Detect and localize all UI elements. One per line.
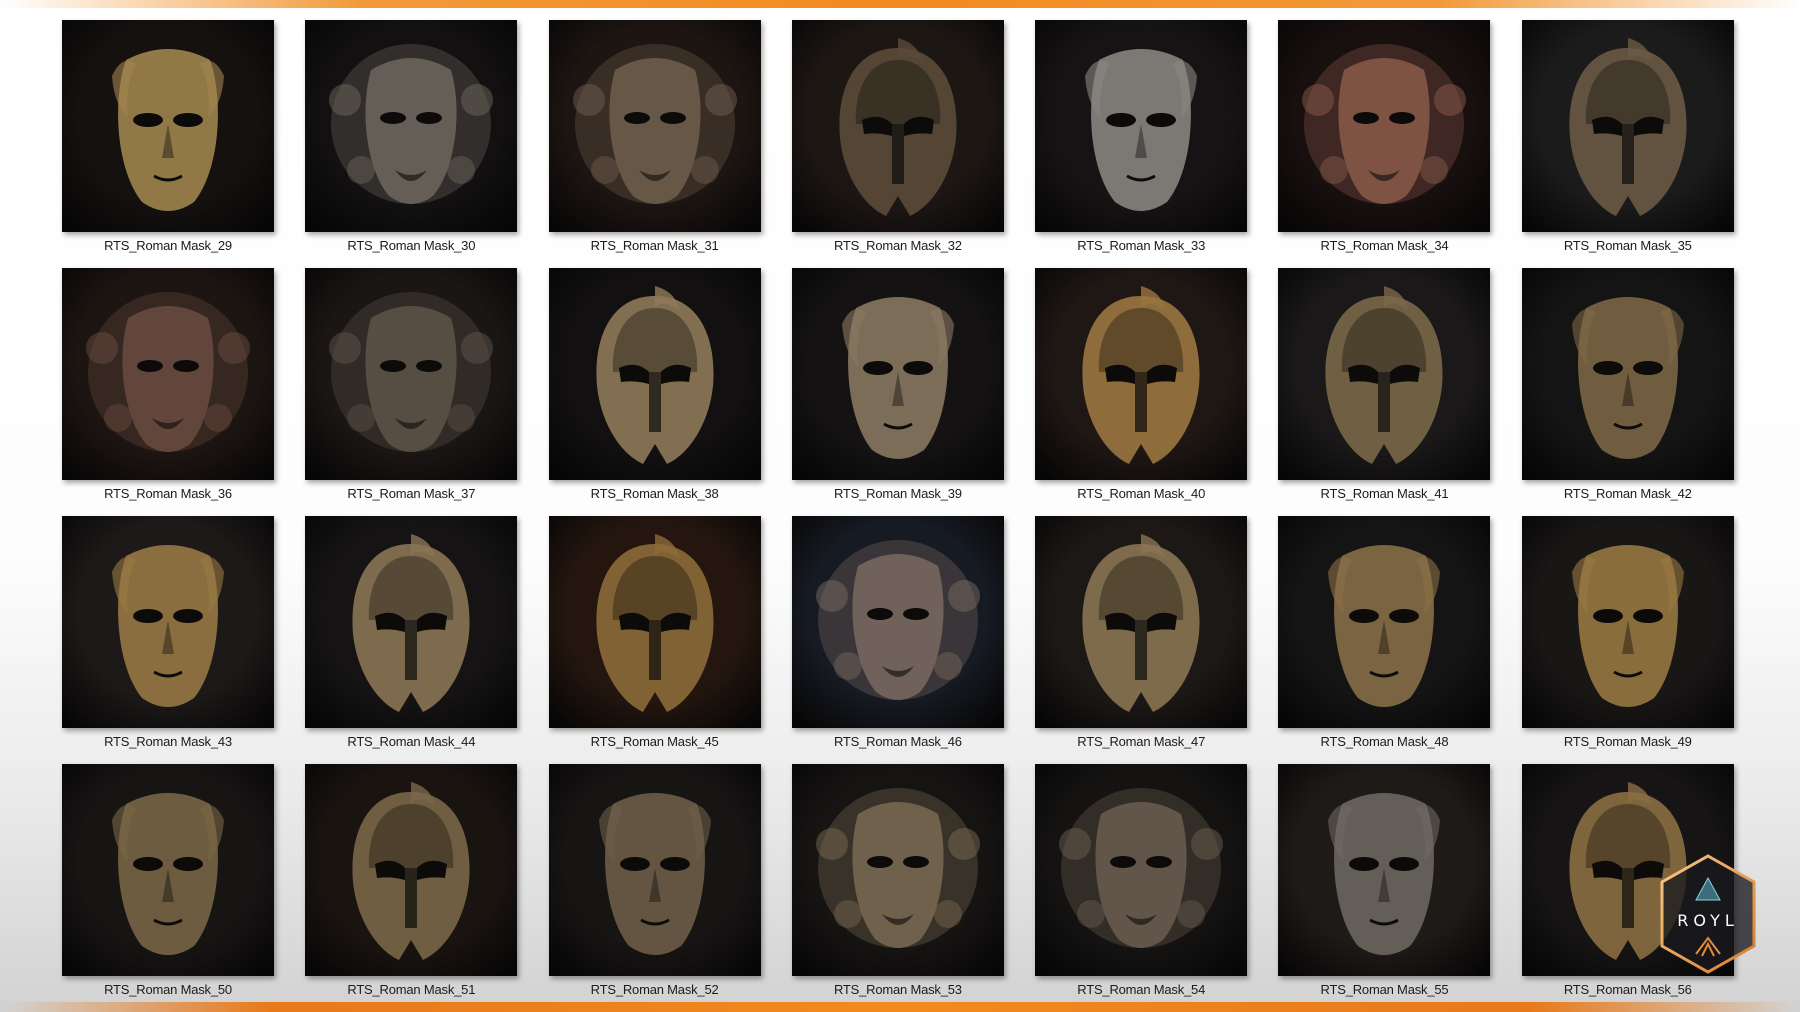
thumbnail-label: RTS_Roman Mask_31 xyxy=(590,238,719,253)
mask-thumbnail[interactable] xyxy=(1278,268,1491,480)
mask-thumbnail[interactable] xyxy=(305,516,518,728)
gallery-item[interactable]: RTS_Roman Mask_37 xyxy=(305,268,518,501)
gallery-item[interactable]: RTS_Roman Mask_50 xyxy=(62,764,274,997)
gallery-item[interactable]: RTS_Roman Mask_46 xyxy=(791,516,1004,749)
mask-thumbnail[interactable] xyxy=(548,764,761,976)
logo-text: ROYL xyxy=(1677,911,1739,930)
thumbnail-label: RTS_Roman Mask_52 xyxy=(590,982,719,997)
thumbnail-label: RTS_Roman Mask_51 xyxy=(347,982,476,997)
mask-thumbnail[interactable] xyxy=(1278,516,1491,728)
gallery-item[interactable]: RTS_Roman Mask_31 xyxy=(548,20,761,253)
gallery-item[interactable]: RTS_Roman Mask_41 xyxy=(1278,268,1491,501)
gallery-item[interactable]: RTS_Roman Mask_53 xyxy=(791,764,1004,997)
mask-thumbnail[interactable] xyxy=(1278,20,1491,232)
thumbnail-label: RTS_Roman Mask_49 xyxy=(1563,734,1692,749)
mask-thumbnail[interactable] xyxy=(1521,516,1734,728)
thumbnail-label: RTS_Roman Mask_44 xyxy=(347,734,476,749)
mask-thumbnail[interactable] xyxy=(548,268,761,480)
mask-thumbnail[interactable] xyxy=(305,20,518,232)
mask-thumbnail[interactable] xyxy=(791,268,1004,480)
hexagon-logo-icon: ROYL xyxy=(1660,854,1756,974)
thumbnail-label: RTS_Roman Mask_46 xyxy=(833,734,962,749)
gallery-item[interactable]: RTS_Roman Mask_39 xyxy=(791,268,1004,501)
mask-thumbnail[interactable] xyxy=(791,20,1004,232)
mask-thumbnail[interactable] xyxy=(791,764,1004,976)
mask-thumbnail[interactable] xyxy=(1035,20,1248,232)
gallery-item[interactable]: RTS_Roman Mask_36 xyxy=(62,268,274,501)
mask-thumbnail[interactable] xyxy=(1278,764,1491,976)
mask-thumbnail[interactable] xyxy=(1521,268,1734,480)
gallery-item[interactable]: RTS_Roman Mask_29 xyxy=(62,20,274,253)
gallery-item[interactable]: RTS_Roman Mask_52 xyxy=(548,764,761,997)
gallery-item[interactable]: RTS_Roman Mask_54 xyxy=(1035,764,1248,997)
gallery-item[interactable]: RTS_Roman Mask_51 xyxy=(305,764,518,997)
gallery-item[interactable]: RTS_Roman Mask_32 xyxy=(791,20,1004,253)
thumbnail-label: RTS_Roman Mask_45 xyxy=(590,734,719,749)
mask-thumbnail[interactable] xyxy=(1035,764,1248,976)
gallery-item[interactable]: RTS_Roman Mask_42 xyxy=(1521,268,1734,501)
gallery-item[interactable]: RTS_Roman Mask_48 xyxy=(1278,516,1491,749)
image-gallery-grid: RTS_Roman Mask_29 RTS_Roman Mask_30 RTS_… xyxy=(62,20,1734,997)
thumbnail-label: RTS_Roman Mask_41 xyxy=(1320,486,1449,501)
thumbnail-label: RTS_Roman Mask_50 xyxy=(104,982,232,997)
mask-thumbnail[interactable] xyxy=(548,20,761,232)
mask-thumbnail[interactable] xyxy=(62,20,274,232)
gallery-item[interactable]: RTS_Roman Mask_49 xyxy=(1521,516,1734,749)
thumbnail-label: RTS_Roman Mask_37 xyxy=(347,486,476,501)
gallery-item[interactable]: RTS_Roman Mask_40 xyxy=(1035,268,1248,501)
thumbnail-label: RTS_Roman Mask_54 xyxy=(1077,982,1206,997)
top-accent-bar xyxy=(0,0,1800,8)
gallery-item[interactable]: RTS_Roman Mask_33 xyxy=(1035,20,1248,253)
gallery-item[interactable]: RTS_Roman Mask_34 xyxy=(1278,20,1491,253)
gallery-item[interactable]: RTS_Roman Mask_55 xyxy=(1278,764,1491,997)
thumbnail-label: RTS_Roman Mask_36 xyxy=(104,486,232,501)
mask-thumbnail[interactable] xyxy=(1035,516,1248,728)
gallery-item[interactable]: RTS_Roman Mask_38 xyxy=(548,268,761,501)
mask-thumbnail[interactable] xyxy=(62,268,274,480)
mask-thumbnail[interactable] xyxy=(305,268,518,480)
thumbnail-label: RTS_Roman Mask_39 xyxy=(833,486,962,501)
gallery-item[interactable]: RTS_Roman Mask_30 xyxy=(305,20,518,253)
gallery-item[interactable]: RTS_Roman Mask_47 xyxy=(1035,516,1248,749)
thumbnail-label: RTS_Roman Mask_32 xyxy=(833,238,962,253)
thumbnail-label: RTS_Roman Mask_33 xyxy=(1077,238,1206,253)
gallery-item[interactable]: RTS_Roman Mask_35 xyxy=(1521,20,1734,253)
gallery-item[interactable]: RTS_Roman Mask_43 xyxy=(62,516,274,749)
thumbnail-label: RTS_Roman Mask_43 xyxy=(104,734,232,749)
gallery-item[interactable]: RTS_Roman Mask_45 xyxy=(548,516,761,749)
thumbnail-label: RTS_Roman Mask_55 xyxy=(1320,982,1449,997)
mask-thumbnail[interactable] xyxy=(548,516,761,728)
mask-thumbnail[interactable] xyxy=(1521,20,1734,232)
brand-logo: ROYL xyxy=(1656,852,1760,976)
thumbnail-label: RTS_Roman Mask_38 xyxy=(590,486,719,501)
mask-thumbnail[interactable] xyxy=(791,516,1004,728)
thumbnail-label: RTS_Roman Mask_35 xyxy=(1563,238,1692,253)
mask-thumbnail[interactable] xyxy=(1035,268,1248,480)
thumbnail-label: RTS_Roman Mask_47 xyxy=(1077,734,1206,749)
thumbnail-label: RTS_Roman Mask_34 xyxy=(1320,238,1449,253)
thumbnail-label: RTS_Roman Mask_48 xyxy=(1320,734,1449,749)
bottom-accent-bar xyxy=(0,1002,1800,1012)
mask-thumbnail[interactable] xyxy=(62,516,274,728)
thumbnail-label: RTS_Roman Mask_42 xyxy=(1563,486,1692,501)
thumbnail-label: RTS_Roman Mask_40 xyxy=(1077,486,1206,501)
thumbnail-label: RTS_Roman Mask_29 xyxy=(104,238,232,253)
thumbnail-label: RTS_Roman Mask_53 xyxy=(833,982,962,997)
mask-thumbnail[interactable] xyxy=(62,764,274,976)
gallery-item[interactable]: RTS_Roman Mask_44 xyxy=(305,516,518,749)
thumbnail-label: RTS_Roman Mask_30 xyxy=(347,238,476,253)
thumbnail-label: RTS_Roman Mask_56 xyxy=(1563,982,1692,997)
mask-thumbnail[interactable] xyxy=(305,764,518,976)
